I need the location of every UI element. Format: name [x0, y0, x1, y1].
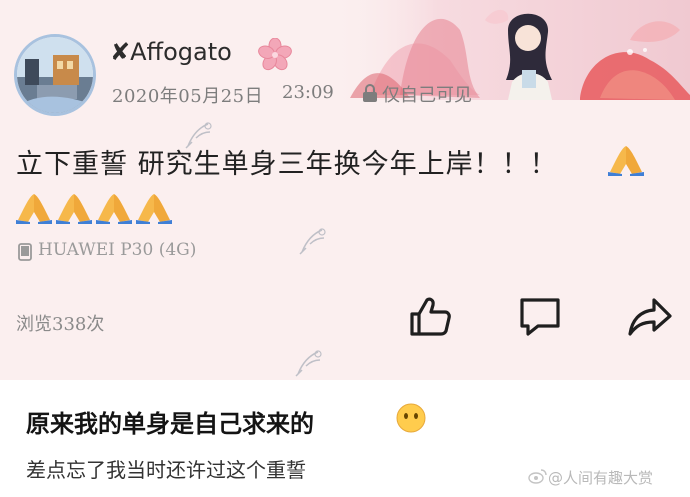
folded-hands-icon	[16, 194, 52, 224]
lock-icon	[363, 84, 377, 102]
folded-hands-icon	[56, 194, 92, 224]
view-count: 浏览338次	[16, 314, 105, 335]
username-text: Affogato	[130, 38, 232, 66]
doodle-icon	[299, 228, 326, 255]
weibo-logo-icon	[528, 469, 547, 484]
doodle-icon	[295, 350, 322, 377]
folded-hands-icon	[136, 194, 172, 224]
phone-icon	[18, 243, 32, 261]
folded-hands-icon	[608, 146, 644, 176]
watermark: @人间有趣大赏	[548, 469, 654, 487]
post-date: 2020年05月25日	[112, 86, 264, 107]
doodle-icon	[185, 122, 212, 149]
username[interactable]: ✘Affogato	[110, 38, 232, 66]
privacy-label: 仅自己可见	[382, 85, 472, 106]
username-prefix: ✘	[110, 38, 131, 66]
thumbs-up-icon[interactable]	[406, 292, 454, 340]
post-content: 立下重誓 研究生单身三年换今年上岸！！！	[16, 149, 558, 180]
caption-subtitle: 差点忘了我当时还许过这个重誓	[26, 458, 306, 482]
diary-post-card: ✘Affogato 2020年05月25日 23:09 仅自己可见 立下重誓 研…	[0, 0, 690, 380]
share-arrow-icon[interactable]	[626, 292, 674, 340]
caption-title: 原来我的单身是自己求来的	[26, 410, 314, 438]
no-mouth-face-icon	[396, 403, 426, 433]
post-time: 23:09	[282, 82, 334, 103]
sakura-icon	[258, 38, 292, 71]
folded-hands-icon	[96, 194, 132, 224]
avatar[interactable]	[14, 34, 96, 116]
comment-bubble-icon[interactable]	[516, 292, 564, 340]
device-label: HUAWEI P30 (4G)	[38, 240, 197, 260]
